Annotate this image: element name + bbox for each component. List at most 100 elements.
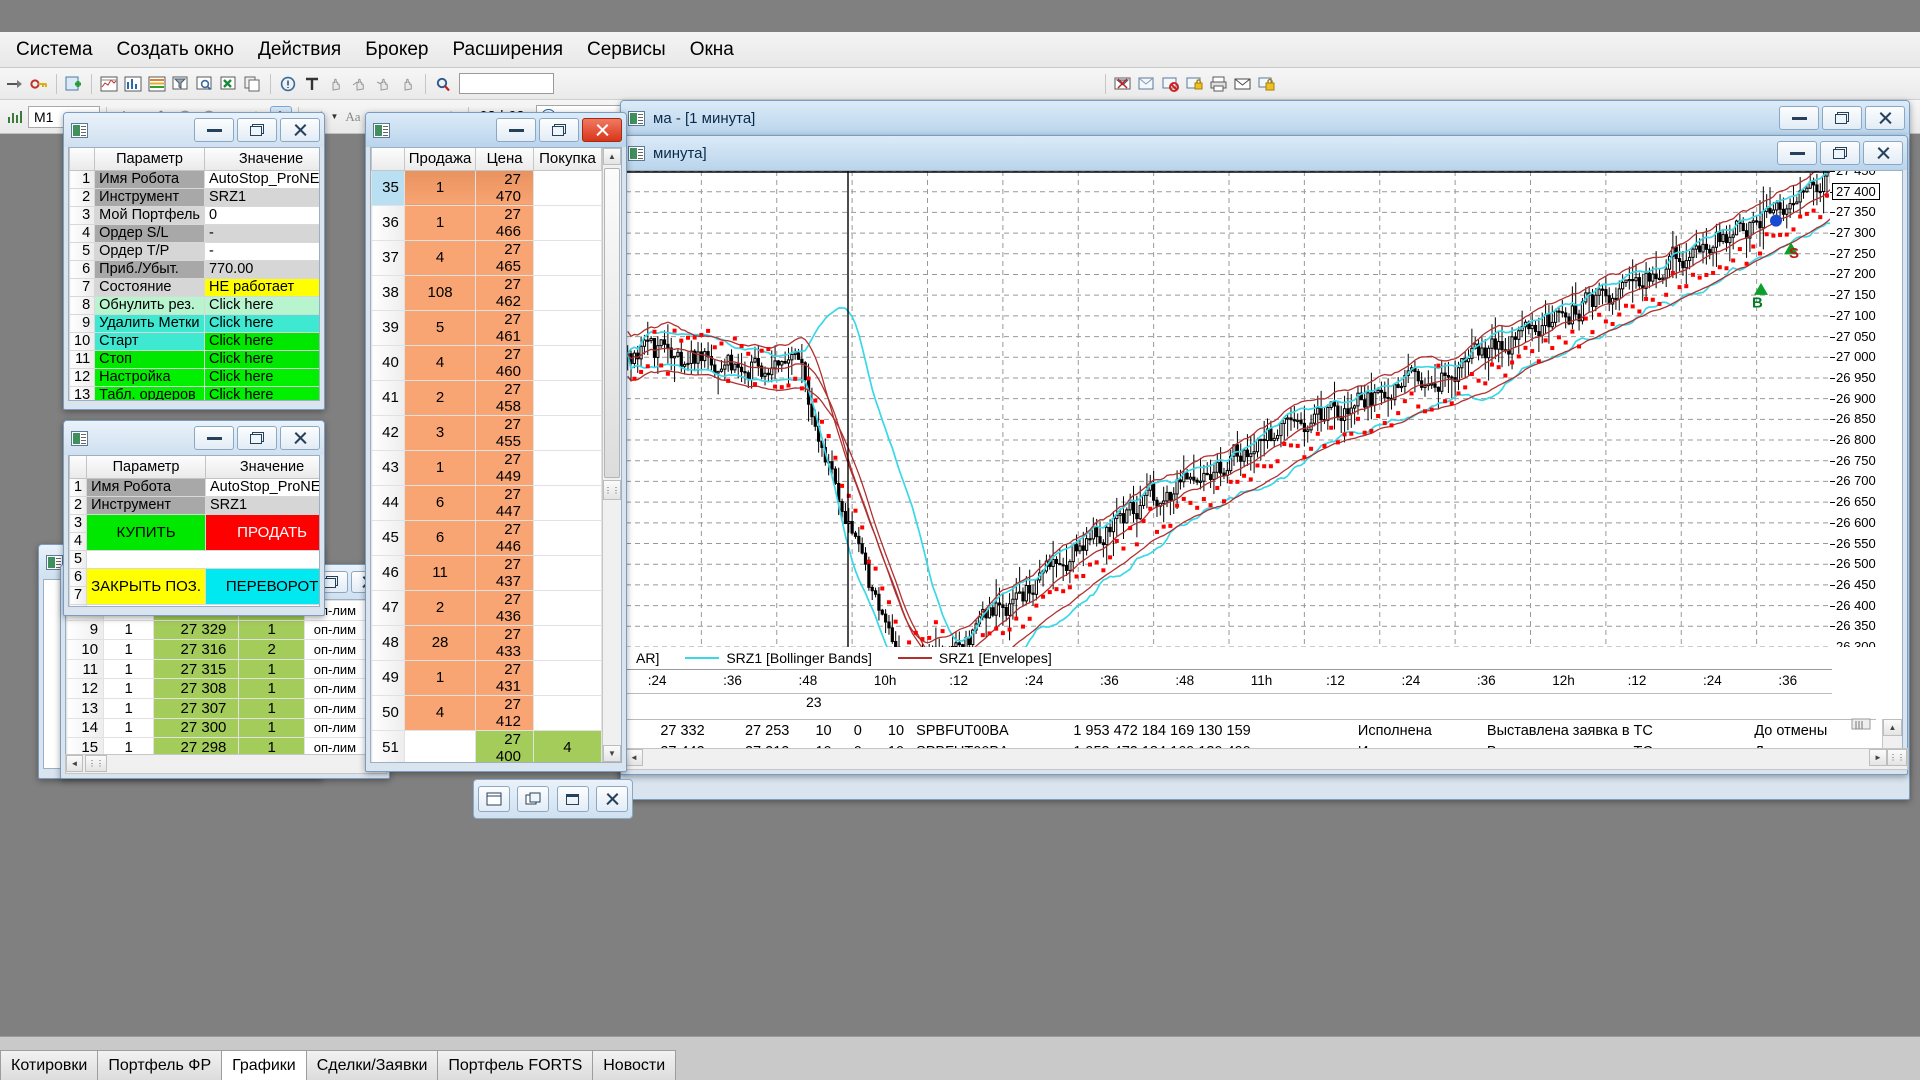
buy-quantity[interactable] bbox=[532, 694, 602, 731]
price-cell[interactable]: 27 431 bbox=[475, 659, 534, 696]
sell-quantity[interactable]: 1 bbox=[403, 659, 477, 696]
buy-quantity[interactable]: 2 bbox=[238, 639, 305, 660]
price-cell[interactable]: 27 437 bbox=[475, 554, 534, 591]
buy-quantity[interactable] bbox=[532, 344, 602, 381]
hand-icon-3[interactable] bbox=[373, 73, 395, 95]
menu-item-0[interactable]: Система bbox=[4, 36, 105, 64]
price-cell[interactable]: 27 300 bbox=[153, 717, 240, 739]
restore-button[interactable] bbox=[1822, 106, 1862, 130]
robot-params-window[interactable]: Параметр Значение 1 Имя Робота AutoStop_ProN… bbox=[63, 112, 325, 410]
table-row[interactable]: 9 Удалить Метки Click here bbox=[69, 313, 319, 333]
sell-quantity[interactable]: 108 bbox=[403, 274, 477, 311]
buy-quantity[interactable] bbox=[532, 589, 602, 626]
table-row[interactable]: 2 Инструмент SRZ1 bbox=[69, 187, 319, 207]
buy-quantity[interactable] bbox=[532, 414, 602, 451]
menu-item-5[interactable]: Сервисы bbox=[575, 36, 678, 64]
find-table-icon[interactable] bbox=[194, 73, 216, 95]
search-icon[interactable] bbox=[432, 73, 454, 95]
taskbar-tab-3[interactable]: Сделки/Заявки bbox=[305, 1050, 439, 1080]
sell-quantity[interactable]: 5 bbox=[403, 309, 477, 346]
param-value[interactable]: Click here bbox=[203, 349, 319, 369]
price-cell[interactable]: 27 461 bbox=[475, 309, 534, 346]
orderbook-row[interactable]: 49 1 27 431 bbox=[371, 659, 602, 696]
sell-quantity[interactable]: 4 bbox=[403, 239, 477, 276]
message-new-icon[interactable] bbox=[1136, 73, 1158, 95]
table-row[interactable]: 1Имя РоботаAutoStop_ProNEW bbox=[69, 169, 319, 189]
table-row[interactable]: 8 bbox=[69, 603, 319, 606]
price-cell[interactable]: 27 316 bbox=[153, 639, 240, 660]
print-icon[interactable] bbox=[1208, 73, 1230, 95]
small-ob-hscroll[interactable]: ◄ ⋮⋮ bbox=[65, 754, 387, 774]
chart-grip[interactable] bbox=[1821, 712, 1901, 736]
orderbook-row[interactable]: 14 1 27 300 1 оп-лим bbox=[66, 717, 366, 739]
taskbar-tab-1[interactable]: Портфель ФР bbox=[97, 1050, 223, 1080]
tile-windows-button[interactable] bbox=[477, 786, 510, 812]
menu-item-3[interactable]: Брокер bbox=[353, 36, 440, 64]
buy-quantity[interactable]: 1 bbox=[238, 658, 305, 680]
message-block-icon[interactable] bbox=[1160, 73, 1182, 95]
trendline-dropdown-icon[interactable]: ▼ bbox=[329, 106, 340, 128]
param-value[interactable]: 770.00 bbox=[203, 259, 319, 279]
orderbook-window[interactable]: Продажа Цена Покупка 35 1 27 470 36 1 27 466 37 4 2… bbox=[365, 112, 627, 772]
orderbook-scrollbar[interactable]: ▲ ⋮⋮ ▼ bbox=[602, 148, 621, 762]
orderbook-row[interactable]: 47 2 27 436 bbox=[371, 589, 602, 626]
minimize-button[interactable] bbox=[496, 118, 536, 142]
quotes-table-icon[interactable] bbox=[98, 73, 120, 95]
close-button[interactable] bbox=[280, 118, 320, 142]
table-row[interactable]: 7 Состояние НЕ работает bbox=[69, 277, 319, 297]
table-row[interactable]: 8 Обнулить рез. Click here bbox=[69, 295, 319, 315]
buy-quantity[interactable] bbox=[532, 554, 602, 591]
trade-buttons-window[interactable]: Параметр Значение 1 Имя Робота AutoStop_ProN… bbox=[63, 420, 325, 616]
menu-item-2[interactable]: Действия bbox=[246, 36, 353, 64]
minimize-button[interactable] bbox=[194, 426, 234, 450]
maximize-window-button[interactable] bbox=[556, 786, 589, 812]
param-value[interactable]: НЕ работает bbox=[203, 277, 319, 297]
orders-table-icon[interactable] bbox=[146, 73, 168, 95]
price-cell[interactable]: 27 307 bbox=[153, 697, 240, 719]
orderbook-row[interactable]: 40 4 27 460 bbox=[371, 344, 602, 381]
price-cell[interactable]: 27 460 bbox=[475, 344, 534, 381]
orderbook-row[interactable]: 35 1 27 470 bbox=[371, 169, 602, 206]
secure-message-icon[interactable] bbox=[1256, 73, 1278, 95]
scroll-grip-icon[interactable]: ⋮⋮ bbox=[85, 755, 107, 772]
buy-quantity[interactable]: 4 bbox=[532, 729, 602, 762]
orderbook-row[interactable]: 44 6 27 447 bbox=[371, 484, 602, 521]
price-cell[interactable]: 27 412 bbox=[475, 694, 534, 731]
buy-button[interactable]: КУПИТЬ bbox=[86, 513, 207, 551]
sell-quantity[interactable]: 1 bbox=[103, 658, 155, 680]
cascade-windows-button[interactable] bbox=[517, 786, 550, 812]
menu-item-1[interactable]: Создать окно bbox=[105, 36, 246, 64]
menu-item-4[interactable]: Расширения bbox=[440, 36, 575, 64]
sell-quantity[interactable]: 1 bbox=[103, 697, 155, 719]
buy-quantity[interactable] bbox=[532, 239, 602, 276]
orderbook-row[interactable]: 46 11 27 437 bbox=[371, 554, 602, 591]
orderbook-row[interactable]: 50 4 27 412 bbox=[371, 694, 602, 731]
scroll-right-icon[interactable]: ► bbox=[1869, 749, 1887, 766]
table-row[interactable]: 5 Ордер T/P - bbox=[69, 241, 319, 261]
minimize-button[interactable] bbox=[194, 118, 234, 142]
orderbook-row[interactable]: 37 4 27 465 bbox=[371, 239, 602, 276]
taskbar-tab-4[interactable]: Портфель FORTS bbox=[437, 1050, 594, 1080]
connect-icon[interactable] bbox=[4, 73, 26, 95]
sell-quantity[interactable]: 28 bbox=[403, 624, 477, 661]
orderbook-row[interactable]: 43 1 27 449 bbox=[371, 449, 602, 486]
table-row[interactable]: 4 Ордер S/L - bbox=[69, 223, 319, 243]
chart-horizontal-scrollbar[interactable]: ◄ ► ⋮⋮ bbox=[624, 748, 1908, 770]
scroll-down-icon[interactable]: ▼ bbox=[603, 745, 621, 762]
table-row[interactable]: 27 332 27 253 10 0 10 SPBFUT00BA 1 953 472 184… bbox=[626, 720, 1876, 741]
orderbook-row[interactable]: 9 1 27 329 1 оп-лим bbox=[66, 619, 366, 641]
table-row[interactable]: 3 Мой Портфель 0 bbox=[69, 205, 319, 225]
hand-icon-4[interactable] bbox=[397, 73, 419, 95]
buy-quantity[interactable] bbox=[532, 519, 602, 556]
sell-quantity[interactable]: 2 bbox=[403, 379, 477, 416]
chart-window-icon[interactable] bbox=[122, 73, 144, 95]
price-cell[interactable]: 27 462 bbox=[475, 274, 534, 311]
restore-button[interactable] bbox=[1820, 141, 1860, 165]
price-cell[interactable]: 27 466 bbox=[475, 204, 534, 241]
taskbar-tab-5[interactable]: Новости bbox=[592, 1050, 677, 1080]
trade-buttons-table[interactable]: Параметр Значение 1 Имя Робота AutoStop_ProN… bbox=[69, 456, 319, 606]
minimize-button[interactable] bbox=[1777, 141, 1817, 165]
export-excel-icon[interactable] bbox=[218, 73, 240, 95]
font-icon[interactable]: Aa bbox=[342, 106, 364, 128]
price-cell[interactable]: 27 458 bbox=[475, 379, 534, 416]
